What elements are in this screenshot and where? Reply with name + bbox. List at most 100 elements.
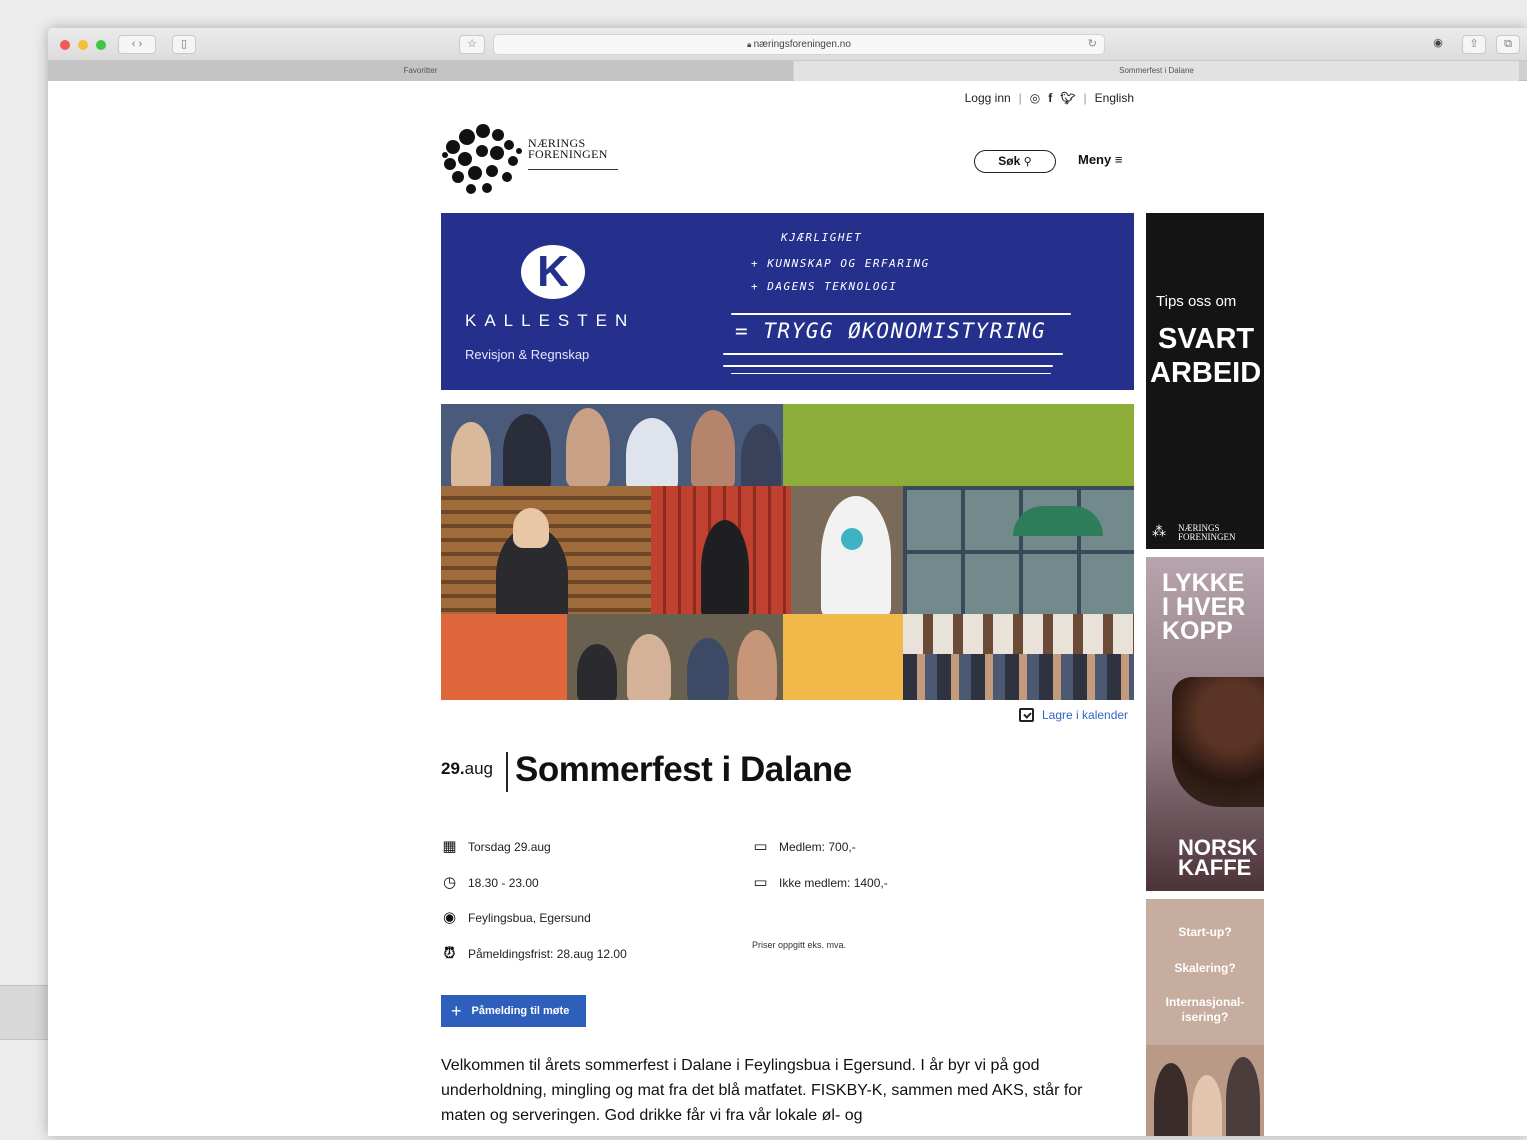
info-location-text: Feylingsbua, Egersund [468,910,591,925]
event-description: Velkommen til årets sommerfest i Dalane … [441,1057,1083,1124]
star-icon[interactable]: ☆ [459,35,485,54]
price-nonmember: ▭ Ikke medlem: 1400,- [752,874,888,891]
clock-icon: ◷ [442,874,457,891]
tab-current[interactable]: Sommerfest i Dalane [794,61,1519,81]
ad3-question-1: Start-up? [1178,925,1232,939]
menu-button[interactable]: Meny ≡ [1078,152,1122,167]
divider: | [1083,91,1087,105]
extension-icon[interactable]: ◉ [1426,35,1450,54]
price-member: ▭ Medlem: 700,- [752,838,856,855]
kallesten-name: KALLESTEN [465,311,636,330]
banner-line-1: KJÆRLIGHET [781,231,863,244]
signup-button[interactable]: + Påmelding til møte [441,995,586,1027]
card-icon: ▭ [753,838,768,855]
search-button[interactable]: Søk ⚲ [974,150,1056,173]
event-title: Sommerfest i Dalane [515,750,852,789]
minimize-window-button[interactable] [78,40,88,50]
info-location: ◉ Feylingsbua, Egersund [441,909,591,926]
ad1-logo-text: NÆRINGS FORENINGEN [1178,523,1236,542]
browser-toolbar: ‹ › ▯ ☆ 🔒︎ næringsforeningen.no ↻ ◉ ⇧ ⧉ [48,28,1527,61]
price-member-text: Medlem: 700,- [779,839,856,854]
photo-grill [791,486,903,614]
banner-underline [723,365,1053,367]
hamburger-icon: ≡ [1114,152,1123,167]
kallesten-ad-banner[interactable]: K KALLESTEN Revisjon & Regnskap KJÆRLIGH… [441,213,1134,390]
ad3-people-photo [1146,1045,1264,1136]
address-bar[interactable]: 🔒︎ næringsforeningen.no ↻ [493,34,1105,55]
ad1-small-text: Tips oss om [1156,293,1237,310]
desktop-background [0,985,48,1040]
banner-line-4: = TRYGG ØKONOMISTYRING [735,319,1047,343]
event-month: aug [464,759,494,778]
tab-favorites[interactable]: Favoritter [48,61,793,81]
plus-icon: + [451,1000,462,1021]
ad1-heading-1: SVART [1158,323,1255,355]
calendar-check-icon [1019,708,1034,722]
green-block [783,404,1134,486]
ad1-logo-icon: ⁂ [1152,523,1166,539]
photo-singer [441,486,651,614]
info-time: ◷ 18.30 - 23.00 [441,874,539,891]
reload-icon[interactable]: ↻ [1088,35,1097,54]
search-icon: ⚲ [1023,156,1032,168]
facebook-icon[interactable]: f [1048,91,1052,105]
banner-underline [731,373,1051,374]
top-utility-bar: Logg inn | ◎ f 🐦︎ | English [965,91,1134,105]
divider: | [1018,91,1022,105]
search-label: Søk [998,154,1021,168]
share-icon[interactable]: ⇧ [1462,35,1486,54]
price-note: Priser oppgitt eks. mva. [752,940,847,950]
browser-window: ‹ › ▯ ☆ 🔒︎ næringsforeningen.no ↻ ◉ ⇧ ⧉ … [48,28,1527,1136]
address-text: næringsforeningen.no [753,39,851,50]
event-date: 29.aug [441,759,493,779]
coffee-cup-icon [1172,677,1264,807]
zoom-window-button[interactable] [96,40,106,50]
orange-block [441,614,567,700]
ad3-question-2: Skalering? [1174,961,1236,975]
twitter-icon[interactable]: 🐦︎ [1060,91,1075,105]
tabs-overview-icon[interactable]: ⧉ [1496,35,1520,54]
photo-crowd [441,404,783,486]
info-deadline: ⏰︎ Påmeldingsfrist: 28.aug 12.00 [441,945,627,962]
site-logo[interactable]: NÆRINGS FORENINGEN [441,121,631,201]
calendar-link-text: Lagre i kalender [1042,708,1129,722]
info-date: ▦ Torsdag 29.aug [441,838,551,855]
banner-line-3: + DAGENS TEKNOLOGI [751,280,898,293]
photo-chef [651,486,791,614]
info-date-text: Torsdag 29.aug [468,839,551,854]
ad-startup[interactable]: Start-up? Skalering? Internasjonal-iseri… [1146,899,1264,1136]
logo-tagline [528,169,618,172]
signup-label: Påmelding til møte [471,1005,570,1017]
kallesten-subtitle: Revisjon & Regnskap [465,347,590,362]
calendar-icon: ▦ [442,838,457,855]
banner-underline [723,353,1063,355]
photo-courtyard [903,614,1134,700]
ad-svart-arbeid[interactable]: Tips oss om SVART ARBEID ⁂ NÆRINGS FOREN… [1146,213,1264,549]
price-nonmember-text: Ikke medlem: 1400,- [779,875,888,890]
back-forward-button[interactable]: ‹ › [118,35,156,54]
close-window-button[interactable] [60,40,70,50]
menu-label: Meny [1078,152,1112,167]
language-link[interactable]: English [1095,91,1134,105]
logo-text: NÆRINGS FORENINGEN [528,137,608,161]
title-divider [506,752,508,792]
instagram-icon[interactable]: ◎ [1030,91,1040,105]
ad2-line-2: I HVER [1162,593,1246,621]
location-icon: ◉ [442,909,457,926]
photo-guests [567,614,783,700]
info-deadline-text: Påmeldingsfrist: 28.aug 12.00 [468,946,627,961]
tab-bar: Favoritter Sommerfest i Dalane [48,61,1527,81]
photo-window [903,486,1134,614]
banner-line-2: + KUNNSKAP OG ERFARING [751,257,930,270]
card-icon: ▭ [753,874,768,891]
login-link[interactable]: Logg inn [965,91,1011,105]
event-day: 29. [441,759,465,778]
save-to-calendar-link[interactable]: Lagre i kalender [1019,708,1128,722]
sidebar-icon[interactable]: ▯ [172,35,196,54]
event-photo-collage [441,404,1134,700]
logo-line-2: FORENINGEN [528,147,608,161]
ad1-heading-2: ARBEID [1150,357,1262,389]
ad2-brand-2: KAFFE [1178,855,1252,880]
ad-norsk-kaffe[interactable]: LYKKE I HVER KOPP NORSK KAFFE [1146,557,1264,891]
logo-dots-icon [442,124,522,194]
